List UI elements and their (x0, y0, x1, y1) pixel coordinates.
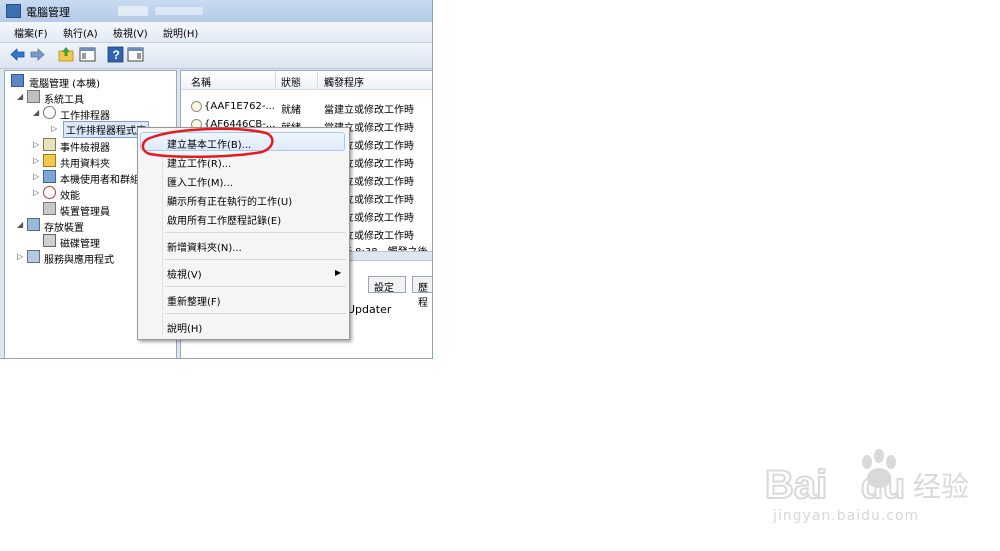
console-tree-icon[interactable] (79, 46, 96, 63)
expanded-arrow-icon[interactable]: ◢ (33, 108, 41, 118)
computer-management-icon (6, 4, 21, 18)
menu-item-create-task[interactable]: 建立工作(R)... (167, 155, 231, 170)
menu-item-view[interactable]: 檢視(V) (167, 266, 202, 281)
menu-gutter (162, 130, 163, 335)
up-folder-icon[interactable] (58, 46, 75, 63)
forward-arrow-icon[interactable] (29, 46, 46, 63)
collapsed-arrow-icon[interactable]: ▷ (33, 172, 41, 182)
svg-text:Bai: Bai (765, 463, 827, 507)
window-title: 電腦管理 (26, 6, 70, 19)
menu-item-help[interactable]: 說明(H) (167, 320, 202, 335)
tree-system-tools[interactable]: ◢ 系統工具 (17, 89, 176, 106)
svg-text:经验: 经验 (913, 470, 969, 503)
svg-text:?: ? (113, 48, 120, 62)
menu-separator (165, 313, 346, 314)
disk-icon (43, 234, 56, 247)
menu-help[interactable]: 說明(H) (163, 25, 198, 40)
menu-view[interactable]: 檢視(V) (113, 25, 148, 40)
users-icon (43, 170, 56, 183)
expanded-arrow-icon[interactable]: ◢ (17, 92, 25, 102)
toolbar: ? (0, 43, 432, 69)
baidu-logo-icon: Bai du 经验 (764, 449, 969, 508)
submenu-arrow-icon: ▶ (335, 268, 342, 277)
tools-icon (27, 90, 40, 103)
expanded-arrow-icon[interactable]: ◢ (17, 220, 25, 230)
context-menu: 建立基本工作(B)... 建立工作(R)... 匯入工作(M)... 顯示所有正… (137, 127, 350, 340)
computer-management-window: 電腦管理 檔案(F) 執行(A) 檢視(V) 說明(H) ? 電腦管理 (本機)… (0, 0, 433, 359)
event-viewer-icon (43, 138, 56, 151)
table-row[interactable]: {AAF1E762-... 就緒 當建立或修改工作時 (181, 98, 432, 116)
storage-icon (27, 218, 40, 231)
tree-task-scheduler[interactable]: ◢ 工作排程器 (33, 105, 173, 122)
collapsed-arrow-icon[interactable]: ▷ (33, 140, 41, 150)
shared-folder-icon (43, 154, 56, 167)
show-action-pane-icon[interactable] (127, 46, 144, 63)
menu-item-create-basic-task[interactable]: 建立基本工作(B)... (167, 136, 251, 151)
collapsed-arrow-icon[interactable]: ▷ (33, 188, 41, 198)
collapsed-arrow-icon[interactable]: ▷ (33, 156, 41, 166)
blurred-title-area (118, 6, 148, 16)
watermark-site-text: jingyan.baidu.com (773, 508, 920, 524)
back-arrow-icon[interactable] (9, 46, 26, 63)
menu-item-display-running-tasks[interactable]: 顯示所有正在執行的工作(U) (167, 193, 292, 208)
tab-history[interactable]: 歷程 (412, 276, 432, 309)
performance-icon (43, 186, 56, 199)
device-manager-icon (43, 202, 56, 215)
baidu-watermark: Bai du 经验 jingyan.baidu.com (764, 440, 995, 540)
tree-root[interactable]: 電腦管理 (本機) (11, 73, 176, 90)
menu-bar: 檔案(F) 執行(A) 檢視(V) 說明(H) (0, 22, 432, 43)
column-name[interactable]: 名稱 (191, 74, 211, 89)
column-header: 名稱 狀態 觸發程序 (181, 71, 432, 90)
menu-separator (165, 232, 346, 233)
title-bar: 電腦管理 (0, 0, 432, 22)
column-trigger[interactable]: 觸發程序 (324, 74, 364, 89)
column-divider[interactable] (275, 71, 276, 89)
menu-separator (165, 286, 346, 287)
menu-item-import-task[interactable]: 匯入工作(M)... (167, 174, 233, 189)
help-icon[interactable]: ? (107, 46, 124, 63)
menu-file[interactable]: 檔案(F) (14, 25, 48, 40)
menu-item-new-folder[interactable]: 新增資料夾(N)... (167, 239, 242, 254)
column-status[interactable]: 狀態 (281, 74, 301, 89)
collapsed-arrow-icon[interactable]: ▷ (17, 252, 25, 262)
computer-icon (11, 74, 24, 87)
collapsed-arrow-icon[interactable]: ▷ (51, 124, 59, 134)
services-icon (27, 250, 40, 263)
tab-settings[interactable]: 設定 (368, 276, 406, 294)
clock-icon (43, 106, 56, 119)
task-detail-name: Updater (347, 303, 392, 316)
column-divider[interactable] (317, 71, 318, 89)
svg-text:du: du (861, 465, 905, 506)
menu-separator (165, 259, 346, 260)
task-clock-icon (191, 101, 202, 112)
menu-action[interactable]: 執行(A) (63, 25, 98, 40)
menu-item-enable-history[interactable]: 啟用所有工作歷程記錄(E) (167, 212, 281, 227)
menu-item-refresh[interactable]: 重新整理(F) (167, 293, 221, 308)
blurred-title-area-2 (155, 7, 203, 15)
